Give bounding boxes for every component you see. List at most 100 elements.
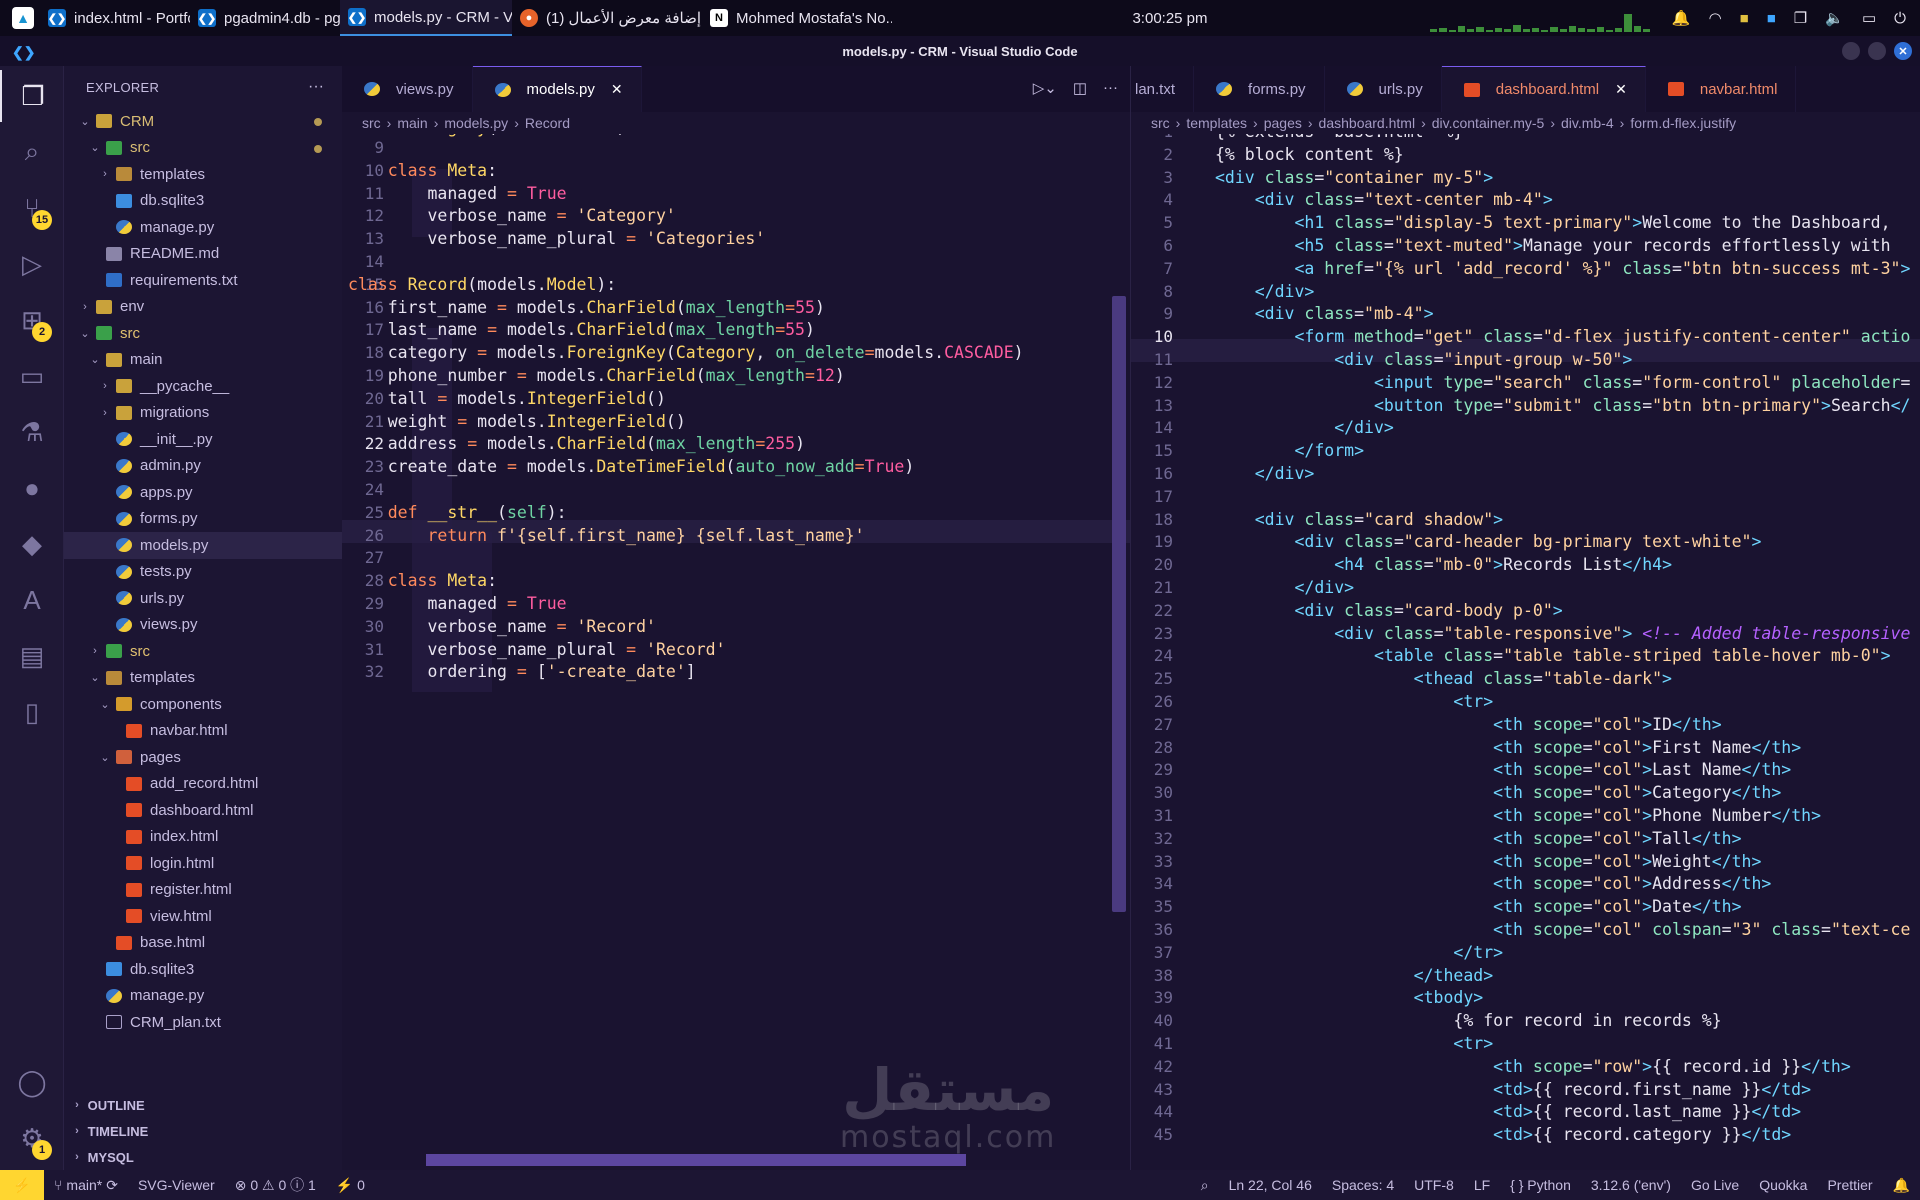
timeline-section[interactable]: › TIMELINE bbox=[64, 1118, 342, 1144]
tab-models-py[interactable]: models.py ✕ bbox=[472, 66, 642, 112]
remote-indicator[interactable]: ⚡ bbox=[0, 1170, 44, 1200]
folder-item[interactable]: ⌄ components bbox=[64, 691, 342, 718]
explorer-icon[interactable]: ❐ bbox=[0, 70, 64, 122]
run-debug-icon[interactable]: ▷ bbox=[0, 238, 64, 290]
ports-indicator[interactable]: ⚡ 0 bbox=[326, 1177, 375, 1194]
problems-indicator[interactable]: ⊗ 0 ⚠ 0 ⓘ 1 bbox=[225, 1175, 326, 1195]
tab-urls-py[interactable]: urls.py bbox=[1325, 66, 1442, 112]
file-item[interactable]: manage.py bbox=[64, 983, 342, 1010]
taskbar-task[interactable]: ❮❯ models.py - CRM - Visu... bbox=[340, 0, 512, 36]
status-item[interactable]: Quokka bbox=[1749, 1177, 1817, 1193]
maximize-button[interactable] bbox=[1868, 42, 1886, 60]
file-item[interactable]: base.html bbox=[64, 930, 342, 957]
tab-views-py[interactable]: views.py bbox=[342, 66, 473, 112]
taskbar-task[interactable]: ❮❯ index.html - Portfolio1 ... bbox=[40, 0, 190, 36]
file-item[interactable]: CRM_plan.txt bbox=[64, 1009, 342, 1036]
folder-item[interactable]: › migrations bbox=[64, 400, 342, 427]
database-icon[interactable]: ▯ bbox=[0, 686, 64, 738]
folder-item[interactable]: › env bbox=[64, 294, 342, 321]
file-item[interactable]: navbar.html bbox=[64, 718, 342, 745]
breadcrumb-item[interactable]: dashboard.html bbox=[1319, 115, 1416, 131]
breadcrumb-item[interactable]: div.container.my-5 bbox=[1432, 115, 1545, 131]
bell-icon[interactable]: 🔔 bbox=[1672, 9, 1691, 27]
file-item[interactable]: login.html bbox=[64, 850, 342, 877]
breadcrumb-item[interactable]: form.d-flex.justify bbox=[1630, 115, 1736, 131]
file-item[interactable]: db.sqlite3 bbox=[64, 188, 342, 215]
split-editor-icon[interactable]: ◫ bbox=[1073, 79, 1087, 97]
file-item[interactable]: manage.py bbox=[64, 214, 342, 241]
notes-icon[interactable]: ■ bbox=[1740, 10, 1749, 27]
power-icon[interactable]: ⏻ bbox=[1894, 10, 1906, 27]
folder-item[interactable]: ⌄ src bbox=[64, 320, 342, 347]
breadcrumb-item[interactable]: src bbox=[1151, 115, 1170, 131]
file-item[interactable]: tests.py bbox=[64, 559, 342, 586]
file-item[interactable]: urls.py bbox=[64, 585, 342, 612]
copy-icon[interactable]: ❐ bbox=[1794, 9, 1807, 27]
tab-lan-txt[interactable]: lan.txt bbox=[1131, 66, 1195, 112]
mysql-section[interactable]: › MYSQL bbox=[64, 1144, 342, 1170]
remote-explorer-icon[interactable]: ▭ bbox=[0, 350, 64, 402]
file-item[interactable]: db.sqlite3 bbox=[64, 956, 342, 983]
folder-item[interactable]: ⌄ CRM bbox=[64, 108, 342, 135]
branch-indicator[interactable]: ⑂ main* ⟳ bbox=[44, 1177, 128, 1194]
file-item[interactable]: requirements.txt bbox=[64, 267, 342, 294]
status-item[interactable]: UTF-8 bbox=[1404, 1177, 1464, 1193]
breadcrumb-item[interactable]: src bbox=[362, 115, 381, 131]
file-item[interactable]: register.html bbox=[64, 877, 342, 904]
wifi-icon[interactable]: ◠ bbox=[1709, 9, 1722, 27]
folder-item[interactable]: ⌄ src bbox=[64, 135, 342, 162]
status-item[interactable]: LF bbox=[1464, 1177, 1500, 1193]
volume-icon[interactable]: 🔈 bbox=[1825, 9, 1844, 27]
taskbar-task[interactable]: ❮❯ pgadmin4.db - pgadmi... bbox=[190, 0, 340, 36]
source-control-icon[interactable]: ⑂ 15 bbox=[0, 182, 64, 234]
account-icon[interactable]: ◯ bbox=[0, 1056, 64, 1108]
code-area-left[interactable]: 3class Category(models.Model):910 class … bbox=[342, 134, 1130, 1170]
file-item[interactable]: views.py bbox=[64, 612, 342, 639]
folder-item[interactable]: ⌄ pages bbox=[64, 744, 342, 771]
battery-icon[interactable]: ▭ bbox=[1862, 9, 1876, 27]
run-icon[interactable]: ▷⌄ bbox=[1033, 79, 1057, 97]
extensions-icon[interactable]: ⊞ 2 bbox=[0, 294, 64, 346]
settings-gear-icon[interactable]: ⚙ 1 bbox=[0, 1112, 64, 1164]
status-item[interactable]: Spaces: 4 bbox=[1322, 1177, 1404, 1193]
taskbar-task[interactable]: ● (1) إضافة معرض الأعمال bbox=[512, 0, 702, 36]
file-item[interactable]: admin.py bbox=[64, 453, 342, 480]
arch-linux-icon[interactable]: ▲ bbox=[12, 7, 34, 29]
breadcrumb-item[interactable]: main bbox=[397, 115, 427, 131]
file-item[interactable]: add_record.html bbox=[64, 771, 342, 798]
search-icon[interactable]: ⌕ bbox=[0, 126, 64, 178]
github-icon[interactable]: ● bbox=[0, 462, 64, 514]
status-item[interactable]: { } Python bbox=[1500, 1177, 1581, 1193]
taskbar-task[interactable]: N Mohmed Mostafa's No... bbox=[702, 0, 892, 36]
tab-navbar-html[interactable]: navbar.html bbox=[1646, 66, 1797, 112]
file-item[interactable]: forms.py bbox=[64, 506, 342, 533]
file-item[interactable]: models.py bbox=[64, 532, 342, 559]
zoom-icon[interactable]: ⌕ bbox=[1191, 1177, 1219, 1194]
breadcrumb-item[interactable]: templates bbox=[1186, 115, 1247, 131]
folder-item[interactable]: › __pycache__ bbox=[64, 373, 342, 400]
code-area-right[interactable]: 1 {% extends 'base.html' %} 2 {% block cont… bbox=[1131, 134, 1920, 1170]
more-icon[interactable]: ··· bbox=[1103, 79, 1118, 97]
file-item[interactable]: __init__.py bbox=[64, 426, 342, 453]
python-icon[interactable]: ◆ bbox=[0, 518, 64, 570]
folder-item[interactable]: ⌄ main bbox=[64, 347, 342, 374]
close-button[interactable]: ✕ bbox=[1894, 42, 1912, 60]
status-item[interactable]: Prettier bbox=[1817, 1177, 1882, 1193]
file-item[interactable]: index.html bbox=[64, 824, 342, 851]
close-tab-icon[interactable]: ✕ bbox=[1615, 81, 1627, 98]
tab-dashboard-html[interactable]: dashboard.html ✕ bbox=[1441, 66, 1646, 112]
azure-icon[interactable]: A bbox=[0, 574, 64, 626]
window-icon[interactable]: ■ bbox=[1767, 10, 1776, 27]
notifications-bell-icon[interactable]: 🔔 bbox=[1883, 1177, 1920, 1194]
status-item[interactable]: 3.12.6 ('env') bbox=[1581, 1177, 1681, 1193]
outline-section[interactable]: › OUTLINE bbox=[64, 1092, 342, 1118]
more-actions-icon[interactable]: ··· bbox=[308, 78, 324, 96]
file-item[interactable]: apps.py bbox=[64, 479, 342, 506]
status-item[interactable]: Go Live bbox=[1681, 1177, 1749, 1193]
file-item[interactable]: dashboard.html bbox=[64, 797, 342, 824]
vertical-scrollbar-left[interactable] bbox=[1112, 296, 1126, 912]
folder-item[interactable]: › templates bbox=[64, 161, 342, 188]
breadcrumb-item[interactable]: pages bbox=[1264, 115, 1302, 131]
minimize-button[interactable] bbox=[1842, 42, 1860, 60]
folder-item[interactable]: ⌄ templates bbox=[64, 665, 342, 692]
